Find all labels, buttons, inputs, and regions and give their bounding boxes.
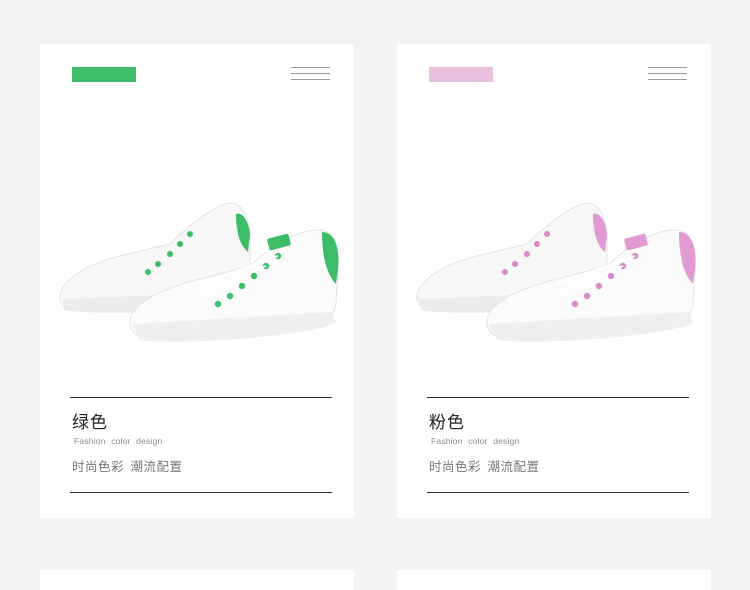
product-card-next (40, 570, 354, 590)
product-card-pink: 粉色 Fashion color design 时尚色彩 潮流配置 (397, 44, 711, 518)
subtitle: Fashion color design (431, 436, 520, 446)
product-card-next (397, 570, 711, 590)
divider (70, 492, 332, 493)
color-name: 粉色 (429, 413, 465, 433)
divider (427, 492, 689, 493)
subtitle: Fashion color design (74, 436, 163, 446)
color-swatch (72, 67, 136, 82)
sneaker-image (416, 202, 696, 342)
color-swatch (429, 67, 493, 82)
menu-icon[interactable] (648, 66, 687, 82)
sneaker-image (59, 202, 339, 342)
tagline: 时尚色彩 潮流配置 (429, 459, 540, 474)
product-card-green: 绿色 Fashion color design 时尚色彩 潮流配置 (40, 44, 354, 518)
divider (70, 397, 332, 398)
divider (427, 397, 689, 398)
tagline: 时尚色彩 潮流配置 (72, 459, 183, 474)
menu-icon[interactable] (291, 66, 330, 82)
color-name: 绿色 (72, 413, 108, 433)
